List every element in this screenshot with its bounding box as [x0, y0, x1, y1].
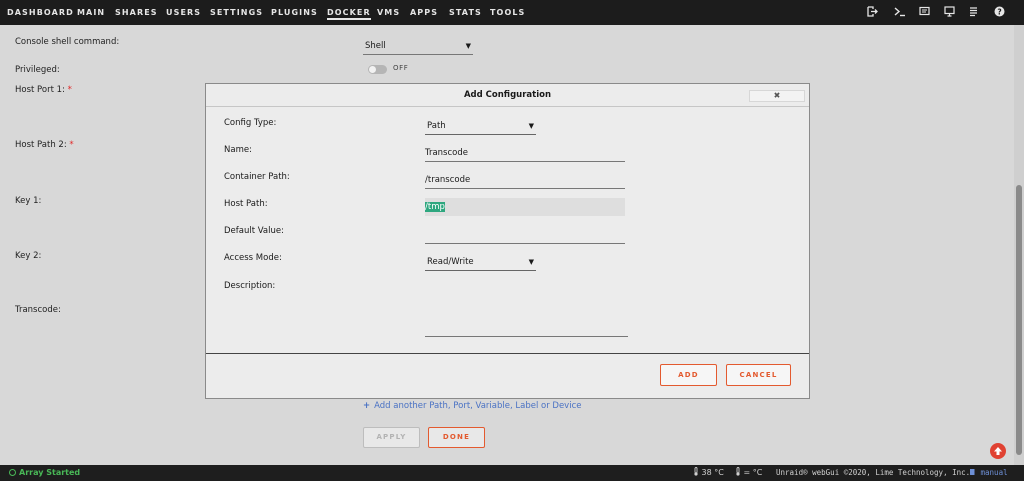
required-mark: *: [67, 85, 72, 95]
cpu-temperature: 38 °C: [693, 465, 724, 481]
nav-users[interactable]: USERS: [166, 0, 201, 25]
nav-plugins[interactable]: PLUGINS: [271, 0, 318, 25]
console-shell-select[interactable]: Shell ▼: [363, 37, 473, 55]
log-icon[interactable]: [967, 6, 980, 19]
nav-stats[interactable]: STATS: [449, 0, 482, 25]
container-path-field[interactable]: /transcode: [425, 171, 625, 189]
console-shell-value: Shell: [365, 41, 386, 51]
host-path-2-label: Host Path 2: *: [15, 140, 74, 150]
console-shell-label: Console shell command:: [15, 37, 120, 47]
nav-dashboard[interactable]: DASHBOARD: [7, 0, 74, 25]
add-configuration-dialog: Add Configuration ✖ Config Type: Path ▼ …: [205, 83, 810, 399]
nav-apps[interactable]: APPS: [410, 0, 438, 25]
required-mark: *: [69, 140, 74, 150]
vertical-scrollbar[interactable]: [1014, 25, 1024, 465]
host-path-value: /tmp: [425, 202, 445, 212]
add-config-link[interactable]: + Add another Path, Port, Variable, Label…: [363, 401, 581, 411]
privileged-toggle[interactable]: [368, 65, 387, 74]
host-path-field[interactable]: /tmp: [425, 198, 625, 216]
mb-temperature-value: = °C: [743, 468, 763, 477]
name-field[interactable]: Transcode: [425, 144, 625, 162]
copyright-text: Unraid® webGui ©2020, Lime Technology, I…: [776, 468, 971, 477]
toggle-knob: [369, 66, 376, 73]
privileged-label: Privileged:: [15, 65, 60, 75]
name-label: Name:: [224, 145, 252, 155]
mb-temperature: = °C: [735, 465, 762, 481]
svg-text:?: ?: [997, 7, 1001, 16]
cpu-temperature-value: 38 °C: [701, 468, 724, 477]
key-1-label: Key 1:: [15, 196, 42, 206]
add-config-text: Add another Path, Port, Variable, Label …: [374, 401, 582, 411]
config-type-value: Path: [427, 121, 446, 131]
logout-icon[interactable]: [866, 6, 879, 19]
config-type-select[interactable]: Path ▼: [425, 117, 536, 135]
nav-shares[interactable]: SHARES: [115, 0, 158, 25]
host-path-2-text: Host Path 2:: [15, 140, 70, 150]
manual-link[interactable]: manual: [969, 465, 1008, 481]
manual-link-text: manual: [980, 468, 1008, 477]
chevron-down-icon: ▼: [528, 258, 534, 266]
description-label: Description:: [224, 281, 276, 291]
terminal-icon[interactable]: [893, 6, 906, 19]
thermometer-icon: [736, 467, 740, 476]
feedback-icon[interactable]: [918, 6, 931, 19]
book-icon: [970, 469, 975, 475]
dialog-title: Add Configuration: [463, 90, 552, 100]
key-2-label: Key 2:: [15, 251, 42, 261]
host-path-label: Host Path:: [224, 199, 268, 209]
monitor-icon[interactable]: [943, 6, 956, 19]
thermometer-icon: [694, 467, 698, 476]
add-button[interactable]: ADD: [660, 364, 717, 386]
transcode-label: Transcode:: [15, 305, 61, 315]
nav-main[interactable]: MAIN: [77, 0, 105, 25]
scrollbar-thumb[interactable]: [1016, 185, 1022, 455]
access-mode-value: Read/Write: [427, 257, 474, 267]
default-value-label: Default Value:: [224, 226, 284, 236]
array-status-text: Array Started: [19, 468, 81, 477]
dialog-header: Add Configuration ✖: [206, 84, 809, 107]
default-value-field[interactable]: [425, 226, 625, 244]
container-path-label: Container Path:: [224, 172, 290, 182]
host-port-1-text: Host Port 1:: [15, 85, 68, 95]
nav-settings[interactable]: SETTINGS: [210, 0, 263, 25]
top-navigation: DASHBOARD MAIN SHARES USERS SETTINGS PLU…: [0, 0, 1024, 25]
nav-tools[interactable]: TOOLS: [490, 0, 525, 25]
access-mode-select[interactable]: Read/Write ▼: [425, 253, 536, 271]
plus-icon: +: [363, 401, 371, 411]
status-icon: [9, 469, 16, 476]
nav-vms[interactable]: VMS: [377, 0, 400, 25]
nav-docker[interactable]: DOCKER: [327, 0, 371, 25]
config-type-label: Config Type:: [224, 118, 277, 128]
help-icon[interactable]: ?: [993, 6, 1006, 19]
close-button[interactable]: ✖: [749, 90, 805, 102]
host-port-1-label: Host Port 1: *: [15, 85, 72, 95]
access-mode-label: Access Mode:: [224, 253, 282, 263]
privileged-state: OFF: [393, 64, 409, 72]
cancel-button[interactable]: CANCEL: [726, 364, 791, 386]
dialog-divider: [206, 353, 809, 354]
array-status: Array Started: [9, 465, 80, 481]
done-button[interactable]: DONE: [428, 427, 485, 448]
apply-button[interactable]: APPLY: [363, 427, 420, 448]
chevron-down-icon: ▼: [465, 42, 471, 50]
description-field[interactable]: [425, 284, 628, 337]
status-footer: Array Started 38 °C = °C Unraid® webGui …: [0, 465, 1024, 481]
scroll-top-icon[interactable]: [990, 443, 1006, 459]
chevron-down-icon: ▼: [528, 122, 534, 130]
close-icon: ✖: [773, 91, 781, 100]
